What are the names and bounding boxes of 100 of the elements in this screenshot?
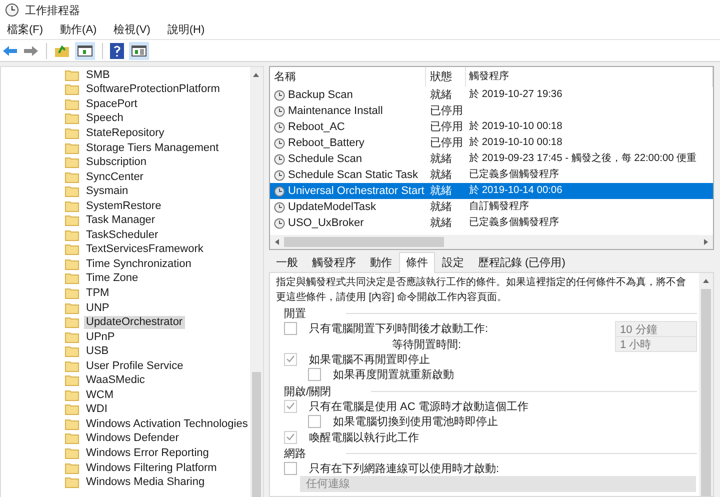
checkbox[interactable] <box>284 322 297 336</box>
checkbox[interactable] <box>308 415 321 428</box>
tree-item[interactable]: Windows Media Sharing <box>84 476 207 490</box>
tree-item[interactable]: SpacePort <box>84 98 140 111</box>
tree-item[interactable]: User Profile Service <box>84 360 186 373</box>
folder-icon <box>65 477 79 488</box>
column-header[interactable]: 狀態 <box>426 67 466 87</box>
clock-icon <box>274 170 285 180</box>
help-icon[interactable] <box>110 42 124 58</box>
caret-left-icon[interactable] <box>275 239 279 245</box>
scrollbar[interactable] <box>250 67 263 497</box>
table-cell-text: UpdateModelTask <box>288 200 376 215</box>
clock-icon <box>5 3 19 17</box>
table-cell-text: 於 2019-10-14 00:06 <box>468 184 564 198</box>
clock-icon <box>274 90 285 100</box>
table-cell-text: 於 2019-10-10 00:18 <box>468 136 564 150</box>
checkbox[interactable] <box>284 430 297 444</box>
folder-icon <box>65 84 79 96</box>
checkbox[interactable] <box>284 352 297 366</box>
table-cell-text: 已定義多個觸發程序 <box>468 216 560 230</box>
scrollbar[interactable] <box>699 273 713 496</box>
folder-icon <box>65 70 79 81</box>
task-row[interactable]: Reboot_Battery 已停用 於 2019-10-10 00:18 <box>270 135 713 151</box>
tree-item[interactable]: Task Manager <box>84 214 158 228</box>
tree-item[interactable]: SMB <box>84 68 112 82</box>
scrollbar[interactable] <box>270 235 713 249</box>
task-row[interactable]: Reboot_AC 已停用 於 2019-10-10 00:18 <box>270 119 713 135</box>
task-row[interactable]: Schedule Scan Static Task 就緒 已定義多個觸發程序 <box>270 167 713 183</box>
dropdown[interactable]: 10 分鐘 <box>615 320 697 337</box>
menu-item[interactable]: 檢視(V) <box>114 22 150 37</box>
tree-item[interactable]: Windows Defender <box>84 432 181 446</box>
tree-item[interactable]: TPM <box>84 286 112 300</box>
tab[interactable]: 歷程記錄 (已停用) <box>471 252 572 272</box>
tree-item[interactable]: Windows Filtering Platform <box>84 462 219 475</box>
tree-item[interactable]: Speech <box>84 112 126 126</box>
clock-icon <box>274 218 285 228</box>
description-text: 更這些條件，請使用 [內容] 命令開啟工作內容頁面。 <box>276 290 508 305</box>
scrollbar-thumb[interactable] <box>252 372 261 497</box>
task-row[interactable]: USO_UxBroker 就緒 已定義多個觸發程序 <box>270 215 713 231</box>
caret-up-icon[interactable] <box>703 279 709 283</box>
tree-item[interactable]: SystemRestore <box>84 200 164 213</box>
folder-icon <box>65 288 79 299</box>
field-label: 等待閒置時間: <box>391 338 462 352</box>
task-row[interactable]: Universal Orchestrator Start 就緒 於 2019-10-14 00:06 <box>270 183 713 199</box>
task-row[interactable]: Backup Scan 就緒 於 2019-10-27 19:36 <box>270 87 713 103</box>
tab[interactable]: 條件 <box>399 252 435 273</box>
folder-icon <box>65 215 79 226</box>
tree-item[interactable]: Sysmain <box>84 185 130 198</box>
folder-icon <box>65 142 79 154</box>
tab[interactable]: 動作 <box>363 252 399 272</box>
column-header[interactable]: 觸發程序 <box>466 67 713 87</box>
tree-item[interactable]: Windows Error Reporting <box>84 446 211 460</box>
tree-item[interactable]: UPnP <box>84 330 117 344</box>
tab[interactable]: 設定 <box>435 252 471 272</box>
caret-right-icon[interactable] <box>704 239 708 245</box>
column-header[interactable]: 名稱 <box>270 67 426 87</box>
folder-icon[interactable] <box>54 44 70 58</box>
task-row[interactable]: Schedule Scan 就緒 於 2019-09-23 17:45 - 觸發之後，每 22:00:00 便重 <box>270 151 713 167</box>
menu-item[interactable]: 檔案(F) <box>7 22 44 37</box>
tree-item[interactable]: TaskScheduler <box>84 228 160 242</box>
tree-item[interactable]: Time Zone <box>84 272 140 286</box>
task-row[interactable]: Maintenance Install 已停用 <box>270 103 713 119</box>
tree-item[interactable]: WaaSMedic <box>84 374 147 388</box>
tree-item[interactable]: TextServicesFramework <box>84 243 206 256</box>
tree-item[interactable]: WCM <box>84 388 116 402</box>
pane-icon[interactable] <box>129 42 149 60</box>
menu-item[interactable]: 說明(H) <box>167 22 205 37</box>
tree-item[interactable]: WDI <box>84 403 110 416</box>
checkbox-label: 喚醒電腦以執行此工作 <box>309 430 419 445</box>
table-cell-text: Schedule Scan Static Task <box>288 168 418 183</box>
tree-item[interactable]: StateRepository <box>84 126 166 140</box>
forward-arrow-icon[interactable] <box>23 44 39 56</box>
tree-item[interactable]: Windows Activation Technologies <box>84 418 250 431</box>
pane-icon[interactable] <box>75 42 95 60</box>
dropdown[interactable]: 1 小時 <box>615 336 697 352</box>
tree-item[interactable]: Time Synchronization <box>84 258 194 271</box>
clock-icon <box>274 202 285 212</box>
tree-item[interactable]: SoftwareProtectionPlatform <box>84 83 222 96</box>
folder-icon <box>65 302 79 314</box>
folder-icon <box>65 186 79 198</box>
caret-up-icon[interactable] <box>253 73 260 77</box>
checkbox[interactable] <box>284 462 297 475</box>
folder-icon <box>65 346 79 358</box>
tree-item[interactable]: SyncCenter <box>84 170 146 184</box>
tree-item[interactable]: Subscription <box>84 156 149 170</box>
checkbox[interactable] <box>284 400 297 413</box>
scrollbar-thumb[interactable] <box>701 289 711 496</box>
menu-item[interactable]: 動作(A) <box>60 22 97 37</box>
tab[interactable]: 一般 <box>269 252 305 272</box>
checkbox[interactable] <box>308 368 321 382</box>
scrollbar-thumb[interactable] <box>284 237 444 247</box>
tree-item[interactable]: UpdateOrchestrator <box>84 316 185 330</box>
back-arrow-icon[interactable] <box>2 44 18 56</box>
checkbox-label: 如果再度閒置就重新啟動 <box>333 368 454 382</box>
table-cell-text: Schedule Scan <box>288 152 362 167</box>
tree-item[interactable]: Storage Tiers Management <box>84 142 221 154</box>
tree-item[interactable]: USB <box>84 345 111 358</box>
tree-item[interactable]: UNP <box>84 302 112 315</box>
task-row[interactable]: UpdateModelTask 就緒 自訂觸發程序 <box>270 199 713 215</box>
tab[interactable]: 觸發程序 <box>305 252 363 272</box>
